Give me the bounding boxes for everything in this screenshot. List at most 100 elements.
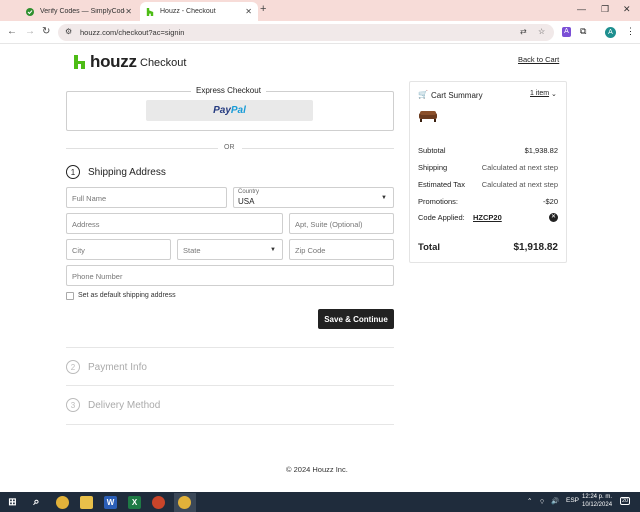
reload-icon[interactable]: ↻ <box>42 26 50 37</box>
tab-title: Houzz - Checkout <box>160 8 216 15</box>
caret-down-icon: ▼ <box>381 195 387 201</box>
profile-avatar[interactable]: A <box>605 27 616 38</box>
url-text[interactable]: houzz.com/checkout?ac=signin <box>80 28 184 37</box>
address-field[interactable] <box>66 213 283 234</box>
caret-down-icon: ▼ <box>270 247 276 253</box>
tab-title: Verify Codes — SimplyCodes <box>40 8 126 15</box>
chevron-down-icon[interactable]: ⌄ <box>551 90 557 98</box>
shipping-label: Shipping <box>418 163 448 172</box>
address-bar[interactable]: ⚙ houzz.com/checkout?ac=signin ⇄ ☆ <box>58 24 554 41</box>
file-explorer-icon[interactable] <box>80 496 93 509</box>
footer-copyright: © 2024 Houzz Inc. <box>286 465 348 474</box>
shipping-value: Calculated at next step <box>481 163 558 172</box>
houzz-logo[interactable]: houzz <box>74 52 137 72</box>
payment-info-title: Payment Info <box>88 362 147 373</box>
new-tab-icon[interactable]: + <box>260 3 266 15</box>
cart-summary-panel <box>409 81 567 263</box>
back-arrow-icon[interactable]: ← <box>7 26 17 37</box>
tax-label: Estimated Tax <box>418 180 465 189</box>
product-thumbnail[interactable] <box>418 110 438 122</box>
subtotal-value: $1,938.82 <box>524 146 558 155</box>
bookmark-star-icon[interactable]: ☆ <box>538 27 545 36</box>
site-info-icon[interactable]: ⚙ <box>65 27 72 36</box>
step-3-number: 3 <box>66 398 80 412</box>
save-continue-button[interactable]: Save & Continue <box>318 309 394 329</box>
code-applied-label: Code Applied: <box>418 213 465 222</box>
back-to-cart-link[interactable]: Back to Cart <box>518 55 559 64</box>
express-checkout-label: Express Checkout <box>191 86 266 95</box>
translate-icon[interactable]: ⇄ <box>520 27 527 36</box>
network-icon[interactable]: ⌔ <box>539 497 545 506</box>
apt-input[interactable] <box>295 220 388 229</box>
taskbar-clock[interactable]: 12:24 p. m. 10/12/2024 <box>582 493 612 509</box>
full-name-field[interactable] <box>66 187 227 208</box>
minimize-icon[interactable]: — <box>577 4 586 14</box>
chrome-active-icon[interactable] <box>178 496 191 509</box>
total-value: $1,918.82 <box>513 242 559 253</box>
apt-field[interactable] <box>289 213 394 234</box>
cart-item-count-toggle[interactable]: 1 item <box>530 90 549 97</box>
word-icon[interactable]: W <box>104 496 117 509</box>
section-divider <box>66 347 394 348</box>
tray-chevron-up-icon[interactable]: ⌃ <box>527 497 532 505</box>
step-1-number: 1 <box>66 165 80 179</box>
volume-icon[interactable]: 🔊 <box>551 497 559 505</box>
section-divider <box>66 424 394 425</box>
step-2-number: 2 <box>66 360 80 374</box>
close-tab-icon[interactable]: ✕ <box>245 7 252 16</box>
country-select[interactable]: Country USA ▼ <box>233 187 394 208</box>
browser-tab-bar: Verify Codes — SimplyCodes ✕ Houzz - Che… <box>0 0 640 21</box>
language-indicator[interactable]: ESP <box>566 497 579 504</box>
close-tab-icon[interactable]: ✕ <box>125 7 132 16</box>
city-input[interactable] <box>72 246 165 255</box>
browser-toolbar: ← → ↻ ⚙ houzz.com/checkout?ac=signin ⇄ ☆… <box>0 21 640 44</box>
country-label: Country <box>238 189 260 195</box>
simplycodes-favicon-icon <box>26 7 34 16</box>
chrome-icon[interactable] <box>56 496 69 509</box>
promo-code[interactable]: HZCP20 <box>473 213 502 222</box>
default-address-checkbox[interactable] <box>66 292 74 300</box>
subtotal-label: Subtotal <box>418 146 446 155</box>
or-divider-left <box>66 148 218 149</box>
phone-field[interactable] <box>66 265 394 286</box>
excel-icon[interactable]: X <box>128 496 141 509</box>
paypal-button[interactable]: Pay Pal <box>146 100 313 121</box>
remove-code-icon[interactable]: ✕ <box>549 213 558 222</box>
shipping-address-title: Shipping Address <box>88 167 166 178</box>
full-name-input[interactable] <box>72 194 221 203</box>
tax-value: Calculated at next step <box>481 180 558 189</box>
logo-text: houzz <box>90 52 137 71</box>
notifications-badge[interactable]: 20 <box>620 497 631 505</box>
total-label: Total <box>418 242 440 253</box>
paypal-text-part2: Pal <box>230 105 246 116</box>
cart-summary-title: Cart Summary <box>431 91 483 100</box>
state-select[interactable]: State ▼ <box>177 239 283 260</box>
forward-arrow-icon[interactable]: → <box>25 26 35 37</box>
restore-icon[interactable]: ❐ <box>601 4 609 15</box>
extensions-puzzle-icon[interactable]: ⧉ <box>580 26 586 37</box>
default-address-label[interactable]: Set as default shipping address <box>78 292 176 299</box>
or-divider-right <box>242 148 394 149</box>
shopping-cart-icon: 🛒 <box>418 90 428 99</box>
promotions-value: -$20 <box>542 197 558 206</box>
houzz-logo-mark-icon <box>74 55 85 69</box>
browser-menu-icon[interactable]: ⋮ <box>626 26 635 37</box>
tab-houzz-checkout[interactable]: Houzz - Checkout ✕ <box>140 2 258 21</box>
page-title: Checkout <box>140 57 187 69</box>
delivery-method-title: Delivery Method <box>88 400 161 411</box>
tab-simplycodes[interactable]: Verify Codes — SimplyCodes ✕ <box>20 2 138 21</box>
city-field[interactable] <box>66 239 171 260</box>
phone-input[interactable] <box>72 272 388 281</box>
powerpoint-icon[interactable] <box>152 496 165 509</box>
windows-start-icon[interactable]: ⊞ <box>6 496 19 509</box>
state-placeholder: State <box>183 246 201 255</box>
houzz-favicon-icon <box>146 7 154 16</box>
paypal-text-part1: Pay <box>213 105 231 116</box>
extension-icon[interactable]: A <box>562 27 571 37</box>
search-icon[interactable]: ⌕ <box>30 496 43 509</box>
close-window-icon[interactable]: ✕ <box>623 4 631 15</box>
zip-field[interactable] <box>289 239 394 260</box>
address-input[interactable] <box>72 220 277 229</box>
zip-input[interactable] <box>295 246 388 255</box>
or-label: OR <box>224 144 235 151</box>
